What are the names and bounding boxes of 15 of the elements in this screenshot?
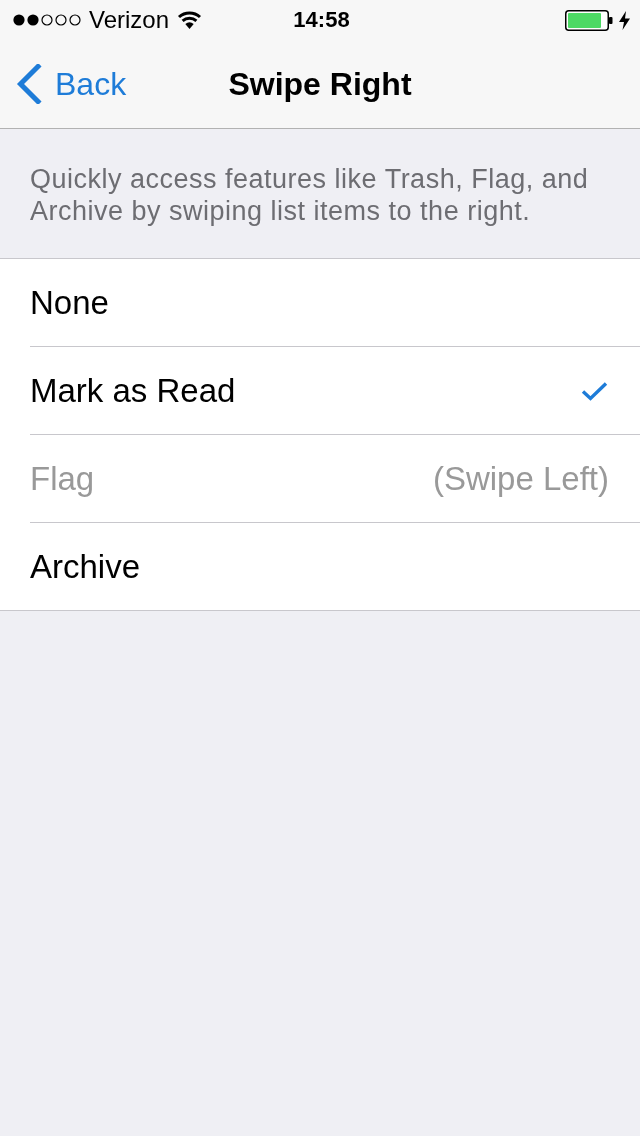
back-button[interactable]: Back [16, 64, 127, 104]
option-row[interactable]: Mark as Read [0, 347, 640, 434]
chevron-left-icon [16, 64, 42, 104]
carrier-name: Verizon [89, 6, 170, 34]
section-description: Quickly access features like Trash, Flag, and Archive by swiping list items to the right. [30, 163, 590, 227]
option-row[interactable]: None [0, 259, 640, 346]
clock-time: 14:58 [293, 7, 350, 33]
option-row[interactable]: Archive [0, 523, 640, 610]
checkmark-icon [581, 381, 608, 401]
wifi-icon [177, 11, 203, 29]
detail-text: (Swipe Left) [432, 459, 609, 498]
charging-bolt-icon [619, 10, 630, 30]
screen-title: Swipe Right [228, 65, 412, 103]
signal-strength-icon [13, 14, 81, 26]
battery-icon [565, 9, 613, 31]
